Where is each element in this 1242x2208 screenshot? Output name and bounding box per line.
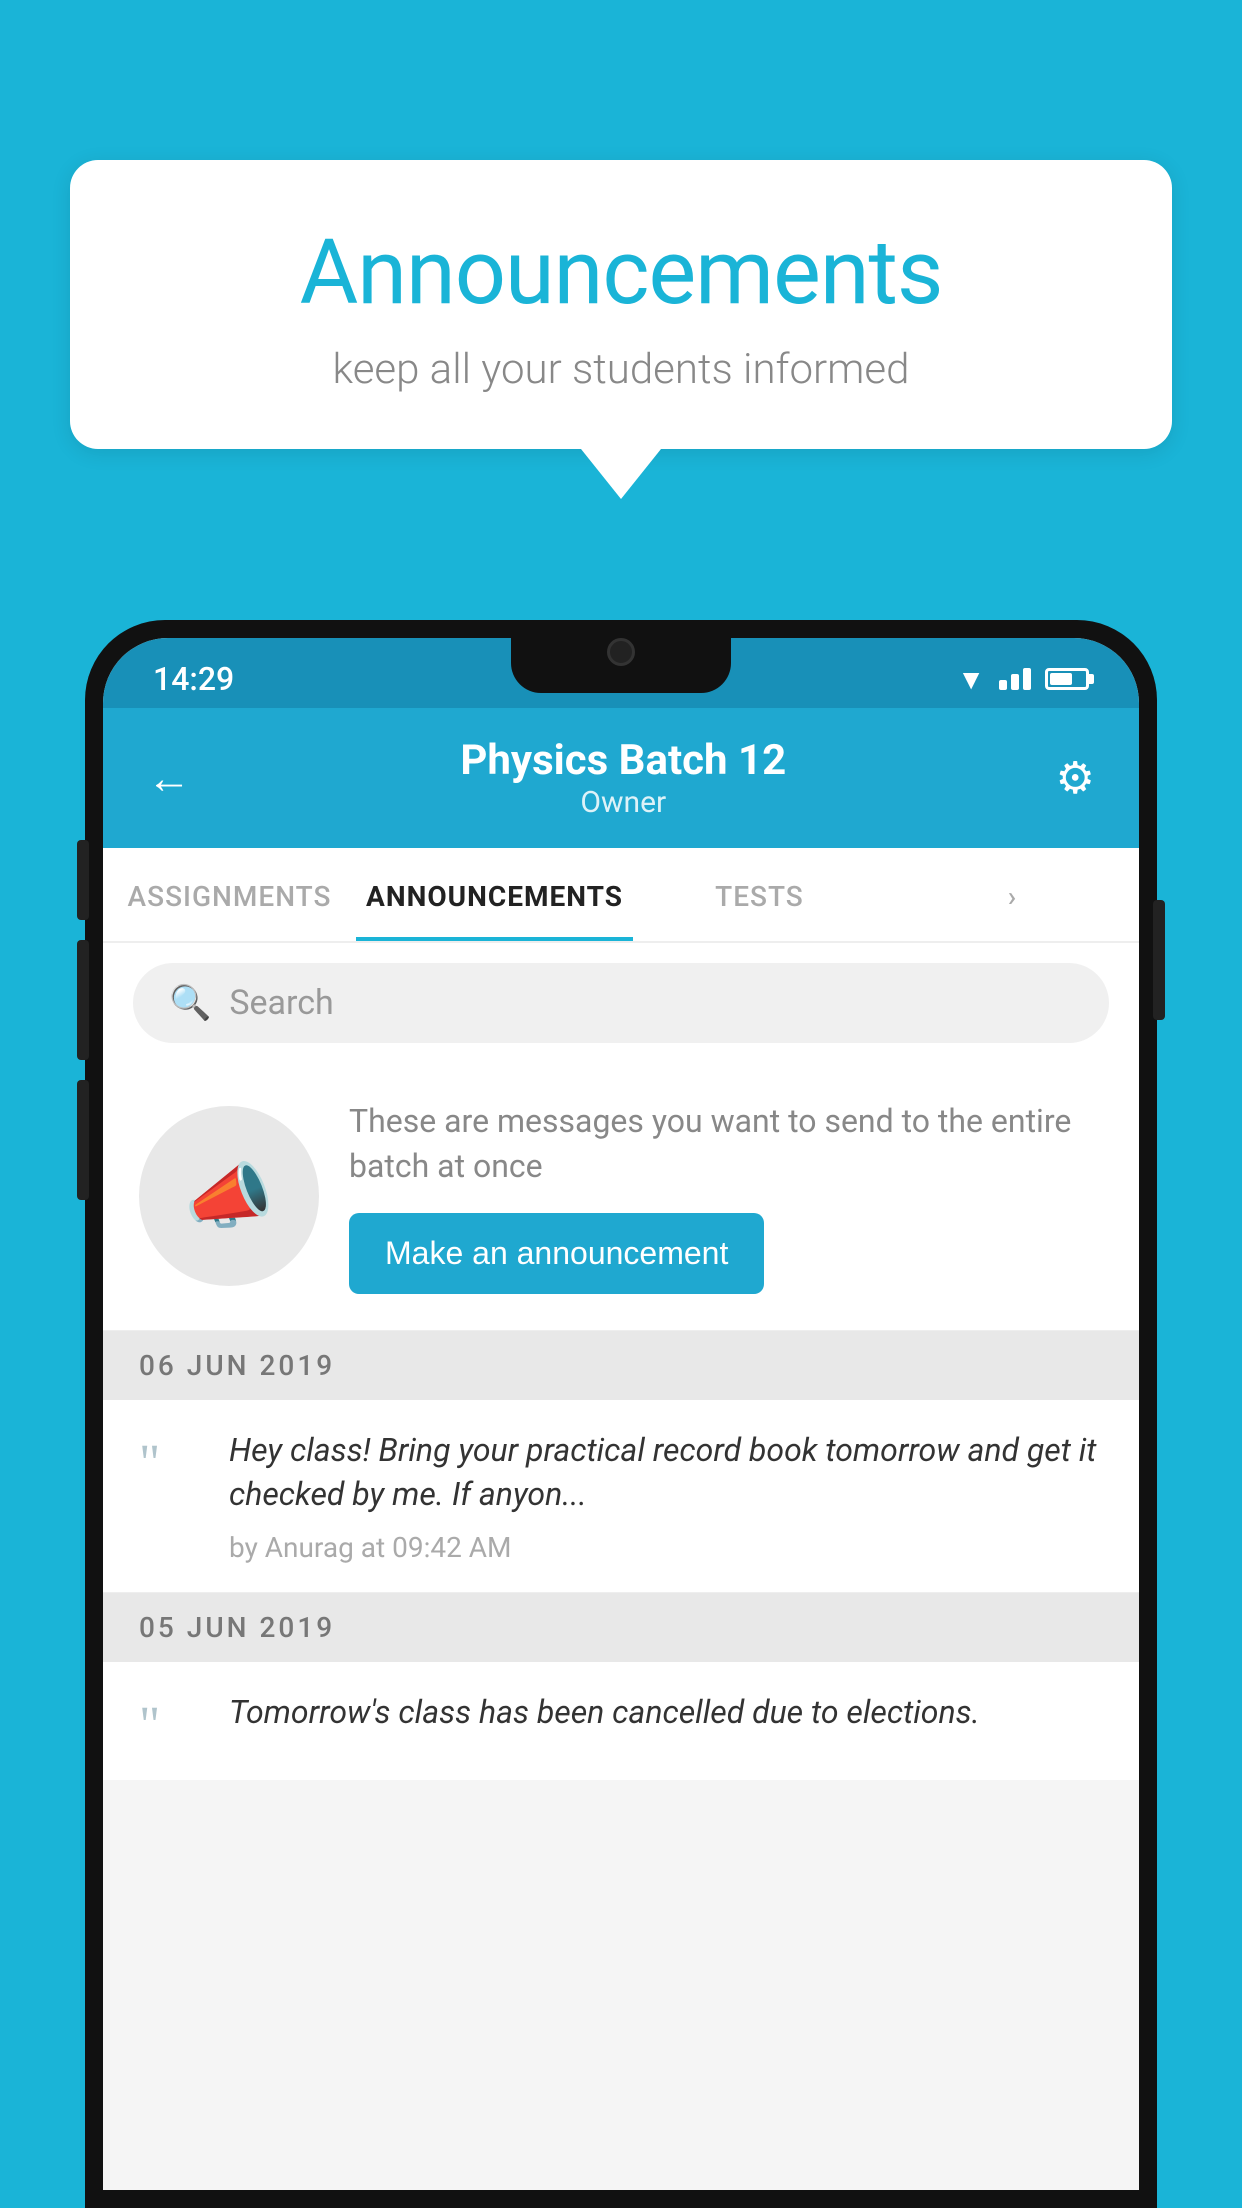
announcement-content: These are messages you want to send to t…: [349, 1099, 1103, 1294]
message-meta-1: by Anurag at 09:42 AM: [229, 1531, 1103, 1564]
wifi-icon: ▼: [957, 663, 985, 696]
make-announcement-button[interactable]: Make an announcement: [349, 1213, 764, 1294]
tab-tests[interactable]: TESTS: [633, 848, 886, 941]
quote-icon-1: ": [139, 1438, 199, 1490]
tabs-bar: ASSIGNMENTS ANNOUNCEMENTS TESTS ›: [103, 848, 1139, 943]
tab-announcements[interactable]: ANNOUNCEMENTS: [356, 848, 633, 941]
message-text-2: Tomorrow's class has been cancelled due …: [229, 1690, 1103, 1735]
signal-bar-2: [1011, 674, 1019, 690]
status-time: 14:29: [153, 660, 234, 698]
bubble-title: Announcements: [150, 220, 1092, 325]
date-label-2: 05 JUN 2019: [139, 1611, 335, 1644]
gear-icon[interactable]: ⚙: [1056, 752, 1095, 804]
signal-bars: [999, 668, 1031, 690]
phone-mockup: 14:29 ▼ ← Physics Batch 12: [85, 620, 1157, 2208]
signal-bar-3: [1023, 668, 1031, 690]
speech-bubble: Announcements keep all your students inf…: [70, 160, 1172, 449]
header-title: Physics Batch 12: [460, 736, 786, 785]
announcement-prompt-card: 📣 These are messages you want to send to…: [103, 1063, 1139, 1331]
speech-bubble-section: Announcements keep all your students inf…: [70, 160, 1172, 499]
header-subtitle: Owner: [460, 785, 786, 820]
search-container: 🔍 Search: [103, 943, 1139, 1063]
bubble-subtitle: keep all your students informed: [150, 345, 1092, 394]
phone-btn-power: [1153, 900, 1165, 1020]
status-icons: ▼: [957, 663, 1089, 696]
date-separator-1: 06 JUN 2019: [103, 1331, 1139, 1400]
header-center: Physics Batch 12 Owner: [460, 736, 786, 820]
battery-fill: [1050, 673, 1072, 685]
phone-camera: [607, 638, 635, 666]
phone-btn-extra: [77, 1080, 89, 1200]
tab-assignments[interactable]: ASSIGNMENTS: [103, 848, 356, 941]
announcement-desc: These are messages you want to send to t…: [349, 1099, 1103, 1189]
message-item-2[interactable]: " Tomorrow's class has been cancelled du…: [103, 1662, 1139, 1780]
bubble-tail: [581, 449, 661, 499]
search-box[interactable]: 🔍 Search: [133, 963, 1109, 1043]
message-content-1: Hey class! Bring your practical record b…: [229, 1428, 1103, 1565]
announcement-icon-circle: 📣: [139, 1106, 319, 1286]
message-text-1: Hey class! Bring your practical record b…: [229, 1428, 1103, 1518]
quote-icon-2: ": [139, 1700, 199, 1752]
search-icon: 🔍: [169, 983, 211, 1023]
megaphone-icon: 📣: [184, 1154, 274, 1239]
battery-icon: [1045, 668, 1089, 690]
search-input[interactable]: Search: [229, 983, 333, 1023]
phone-btn-volume-down: [77, 940, 89, 1060]
phone-btn-volume-up: [77, 840, 89, 920]
app-header: ← Physics Batch 12 Owner ⚙: [103, 708, 1139, 848]
back-button[interactable]: ←: [147, 752, 191, 804]
tab-more[interactable]: ›: [886, 848, 1139, 941]
signal-bar-1: [999, 680, 1007, 690]
phone-screen: 14:29 ▼ ← Physics Batch 12: [103, 638, 1139, 2190]
date-label-1: 06 JUN 2019: [139, 1349, 335, 1382]
message-content-2: Tomorrow's class has been cancelled due …: [229, 1690, 1103, 1749]
message-item-1[interactable]: " Hey class! Bring your practical record…: [103, 1400, 1139, 1594]
phone-frame: 14:29 ▼ ← Physics Batch 12: [85, 620, 1157, 2208]
date-separator-2: 05 JUN 2019: [103, 1593, 1139, 1662]
